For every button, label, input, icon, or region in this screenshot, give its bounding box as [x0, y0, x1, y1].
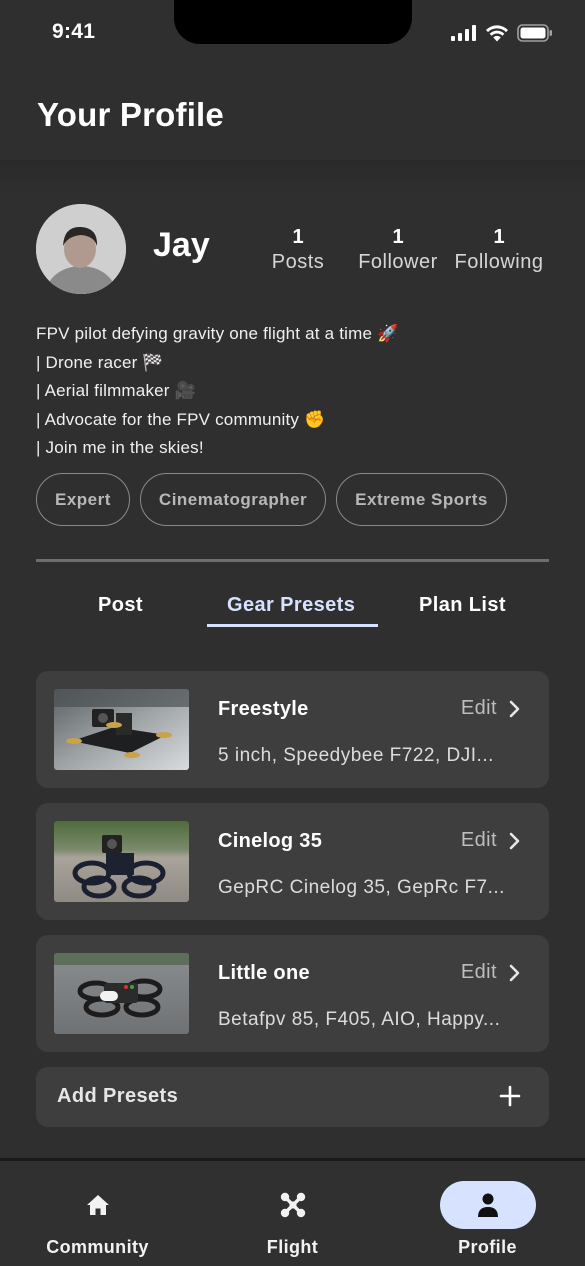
preset-title: Freestyle [218, 698, 309, 720]
stat-following-label: Following [454, 251, 544, 273]
preset-card[interactable]: Little one Edit Betafpv 85, F405, AIO, H… [36, 935, 549, 1052]
preset-description: 5 inch, Speedybee F722, DJI... [218, 745, 494, 766]
nav-icon-container [439, 1181, 536, 1229]
edit-label: Edit [460, 829, 497, 851]
preset-edit-button[interactable]: Edit [461, 697, 521, 720]
stat-following-value: 1 [493, 226, 505, 248]
add-presets-button[interactable]: Add Presets [36, 1067, 549, 1127]
avatar[interactable] [36, 204, 126, 294]
stat-follower-value: 1 [392, 226, 404, 248]
tab-gear-presets[interactable]: Gear Presets [227, 594, 355, 617]
tag-cinematographer[interactable]: Cinematographer [139, 473, 327, 526]
stat-posts[interactable]: 1 Posts [262, 226, 334, 276]
cinelog-drone-photo [54, 821, 189, 902]
profile-tags: Expert Cinematographer Extreme Sports [36, 473, 507, 526]
freestyle-drone-photo [54, 689, 189, 770]
nav-item-community[interactable]: Community [0, 1161, 195, 1266]
preset-card[interactable]: Freestyle Edit 5 inch, Speedybee F722, D… [36, 671, 549, 788]
preset-card[interactable]: Cinelog 35 Edit GepRC Cinelog 35, GepRc … [36, 803, 549, 920]
preset-description: GepRC Cinelog 35, GepRc F7... [218, 877, 505, 898]
stat-follower-label: Follower [358, 251, 438, 273]
stat-posts-value: 1 [292, 226, 304, 248]
home-icon [86, 1195, 109, 1215]
wifi-icon [486, 24, 508, 41]
preset-description: Betafpv 85, F405, AIO, Happy... [218, 1009, 501, 1030]
device-notch [174, 0, 412, 44]
chevron-right-icon [509, 700, 520, 717]
plus-icon [499, 1085, 521, 1107]
bio-line: | Advocate for the FPV community ✊ [36, 409, 326, 429]
header-shadow [0, 160, 585, 194]
bottom-nav: Community Flight Profile [0, 1158, 585, 1266]
preset-thumbnail [54, 821, 189, 902]
chevron-right-icon [509, 964, 520, 981]
add-presets-label: Add Presets [57, 1085, 179, 1107]
nav-label: Community [46, 1237, 149, 1257]
tab-post[interactable]: Post [98, 594, 143, 617]
profile-bio: FPV pilot defying gravity one flight at … [36, 320, 398, 463]
little-one-drone-photo [54, 953, 189, 1034]
preset-title: Little one [218, 962, 310, 984]
nav-label: Flight [266, 1237, 319, 1257]
bio-line: | Join me in the skies! [36, 438, 204, 457]
nav-item-flight[interactable]: Flight [195, 1161, 390, 1266]
status-icons [451, 24, 553, 42]
tag-expert[interactable]: Expert [36, 473, 130, 526]
stat-following[interactable]: 1 Following [448, 226, 550, 276]
drone-icon [280, 1192, 305, 1218]
battery-icon [517, 24, 552, 42]
preset-thumbnail [54, 953, 189, 1034]
avatar-photo [36, 204, 126, 294]
edit-label: Edit [460, 961, 497, 983]
tag-extreme-sports[interactable]: Extreme Sports [336, 473, 507, 526]
preset-edit-button[interactable]: Edit [461, 961, 521, 984]
tab-plan-list[interactable]: Plan List [419, 594, 506, 617]
bio-line: | Aerial filmmaker 🎥 [36, 381, 196, 400]
preset-edit-button[interactable]: Edit [461, 829, 521, 852]
bio-line: | Drone racer 🏁 [36, 352, 164, 372]
cellular-signal-icon [451, 25, 476, 41]
nav-icon-container [245, 1181, 341, 1229]
section-divider [36, 559, 549, 562]
bio-line: FPV pilot defying gravity one flight at … [36, 324, 399, 343]
profile-name: Jay [153, 226, 210, 264]
person-icon [477, 1193, 498, 1217]
preset-thumbnail [54, 689, 189, 770]
page-title: Your Profile [37, 96, 224, 133]
stat-follower[interactable]: 1 Follower [352, 226, 444, 276]
nav-label: Profile [458, 1237, 517, 1257]
stat-posts-label: Posts [271, 251, 325, 273]
active-tab-indicator [207, 624, 378, 627]
preset-title: Cinelog 35 [218, 830, 323, 852]
nav-icon-container [50, 1181, 146, 1229]
chevron-right-icon [509, 832, 520, 849]
nav-item-profile[interactable]: Profile [390, 1161, 585, 1266]
status-time: 9:41 [52, 20, 96, 43]
edit-label: Edit [460, 697, 497, 719]
status-bar: 9:41 [0, 0, 585, 68]
